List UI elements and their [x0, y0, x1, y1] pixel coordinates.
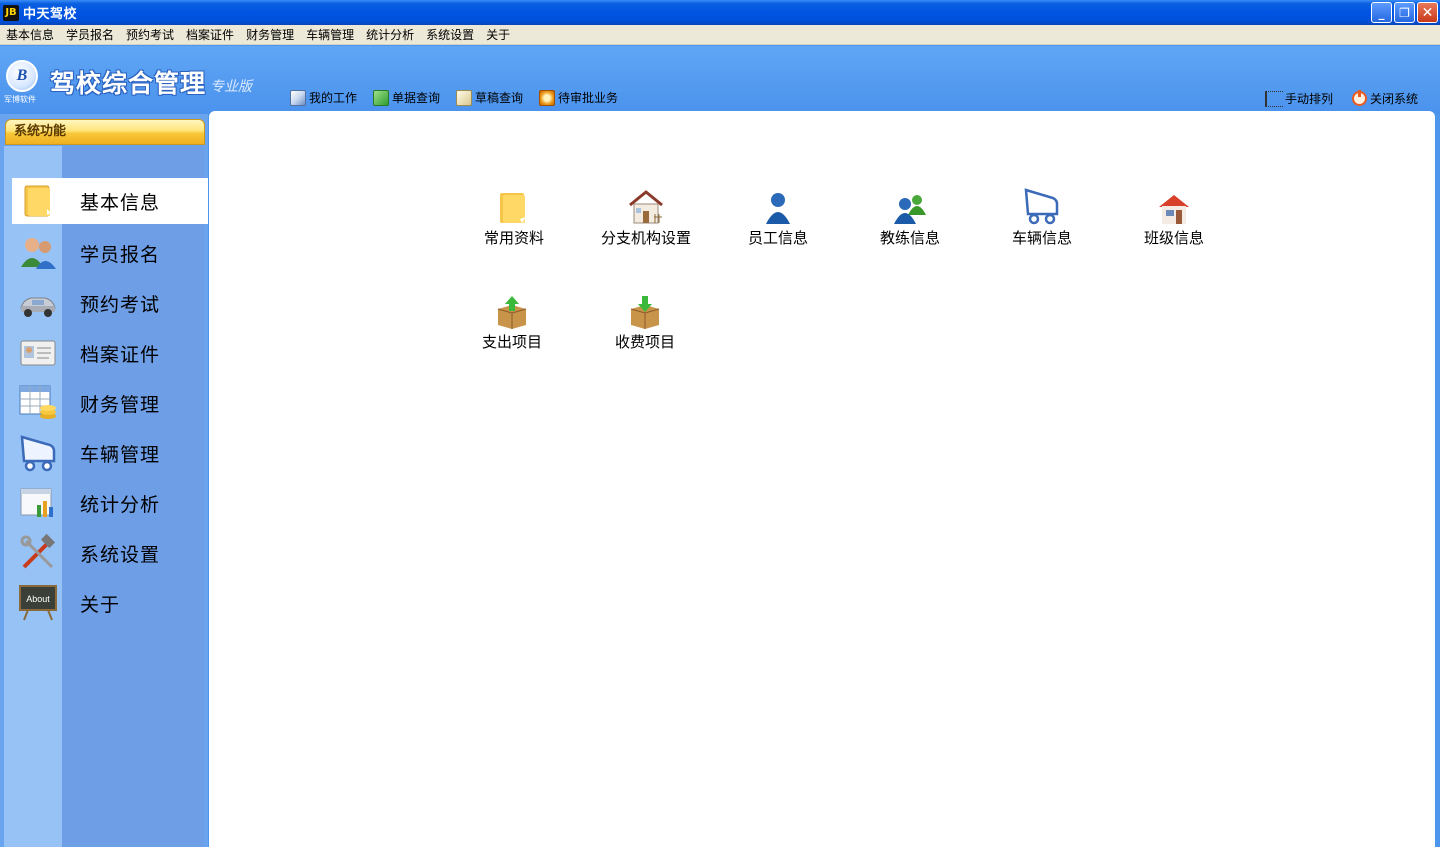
- doc-query-icon: [373, 90, 390, 106]
- sidebar-item-label: 学员报名: [80, 243, 161, 266]
- pending-approval-button[interactable]: 待审批业务: [539, 90, 618, 106]
- menu-basic-info[interactable]: 基本信息: [2, 25, 58, 45]
- doc-query-button[interactable]: 单据查询: [373, 90, 440, 106]
- content-panel: 常用资料 分支机构设置 员工信息 教练信息 车辆信息 班级信息 支出项目 收费项…: [209, 111, 1435, 847]
- item-staff-info[interactable]: 员工信息: [718, 185, 838, 248]
- house-icon: [626, 185, 666, 225]
- item-label: 班级信息: [1143, 229, 1204, 247]
- item-label: 支出项目: [481, 333, 542, 351]
- item-class-info[interactable]: 班级信息: [1114, 185, 1234, 248]
- item-common-data[interactable]: 常用资料: [454, 185, 574, 248]
- item-label: 分支机构设置: [600, 229, 691, 247]
- cart-icon: [1022, 185, 1062, 225]
- person-icon: [758, 185, 798, 225]
- item-label: 收费项目: [614, 333, 675, 351]
- my-work-label: 我的工作: [309, 91, 358, 105]
- item-label: 车辆信息: [1011, 229, 1072, 247]
- close-system-button[interactable]: 关闭系统: [1352, 90, 1418, 107]
- window-title: 中天驾校: [23, 7, 78, 22]
- sidebar-item-label: 基本信息: [80, 191, 161, 214]
- company-name: 军博软件: [4, 95, 36, 104]
- cart-icon: [18, 433, 58, 473]
- menu-vehicles[interactable]: 车辆管理: [302, 25, 358, 45]
- window-controls: _ ❐ ✕: [1371, 2, 1438, 23]
- sidebar: 系统功能 基本信息 学员报名 预约考试 档案证件 财务管理 车辆管理 统计分析 …: [0, 114, 208, 847]
- clock-icon: [539, 90, 556, 106]
- item-label: 员工信息: [747, 229, 808, 247]
- menu-student-enroll[interactable]: 学员报名: [62, 25, 118, 45]
- sidebar-item-settings[interactable]: 系统设置: [12, 528, 208, 578]
- about-board-icon: About: [18, 583, 58, 623]
- sidebar-item-label: 财务管理: [80, 393, 161, 416]
- sidebar-item-label: 预约考试: [80, 293, 161, 316]
- app-header: B 军博软件 驾校综合管理 专业版 我的工作 单据查询 草稿查询 待审批业务 手…: [0, 46, 1440, 114]
- draft-query-icon: [456, 90, 473, 106]
- sidebar-item-about[interactable]: About 关于: [12, 578, 208, 628]
- sidebar-item-label: 系统设置: [80, 543, 161, 566]
- building-icon: [1154, 185, 1194, 225]
- draft-query-button[interactable]: 草稿查询: [456, 90, 523, 106]
- folder-icon: [494, 185, 534, 225]
- pending-approval-label: 待审批业务: [558, 91, 619, 105]
- item-label: 常用资料: [483, 229, 544, 247]
- car-icon: [18, 283, 58, 323]
- doc-query-label: 单据查询: [392, 91, 441, 105]
- app-icon[interactable]: JB: [3, 4, 19, 21]
- sidebar-item-statistics[interactable]: 统计分析: [12, 478, 208, 528]
- sidebar-item-label: 关于: [80, 593, 121, 616]
- sidebar-item-label: 车辆管理: [80, 443, 161, 466]
- item-expense-items[interactable]: 支出项目: [452, 289, 572, 352]
- menu-about[interactable]: 关于: [482, 25, 514, 45]
- item-fee-items[interactable]: 收费项目: [585, 289, 705, 352]
- sidebar-item-finance[interactable]: 财务管理: [12, 378, 208, 428]
- box-up-icon: [492, 289, 532, 329]
- sidebar-item-vehicles[interactable]: 车辆管理: [12, 428, 208, 478]
- id-card-icon: [18, 333, 58, 373]
- people-icon: [890, 185, 930, 225]
- brand-title: 驾校综合管理: [50, 69, 207, 98]
- menu-archives[interactable]: 档案证件: [182, 25, 238, 45]
- my-work-icon: [290, 90, 306, 106]
- tools-icon: [18, 533, 58, 573]
- item-vehicle-info[interactable]: 车辆信息: [982, 185, 1102, 248]
- title-bar: JB 中天驾校 _ ❐ ✕: [0, 0, 1440, 25]
- close-system-label: 关闭系统: [1370, 92, 1419, 106]
- sidebar-item-basic-info[interactable]: 基本信息: [12, 178, 208, 224]
- restore-button[interactable]: ❐: [1394, 2, 1415, 23]
- menu-statistics[interactable]: 统计分析: [362, 25, 418, 45]
- quick-toolbar: 我的工作 单据查询 草稿查询 待审批业务: [290, 90, 634, 106]
- sidebar-item-label: 统计分析: [80, 493, 161, 516]
- sidebar-item-archives[interactable]: 档案证件: [12, 328, 208, 378]
- my-work-button[interactable]: 我的工作: [290, 90, 357, 106]
- users-icon: [18, 233, 58, 273]
- draft-query-label: 草稿查询: [475, 91, 524, 105]
- manual-arrange-button[interactable]: 手动排列: [1265, 90, 1333, 107]
- chart-icon: [18, 483, 58, 523]
- folder-icon: [18, 181, 58, 221]
- brand-logo-icon: B: [6, 60, 38, 92]
- menu-exam-booking[interactable]: 预约考试: [122, 25, 178, 45]
- sidebar-nav: 基本信息 学员报名 预约考试 档案证件 财务管理 车辆管理 统计分析 系统设置 …: [12, 178, 208, 628]
- sidebar-item-exam-booking[interactable]: 预约考试: [12, 278, 208, 328]
- about-board-text: About: [26, 594, 50, 604]
- item-coach-info[interactable]: 教练信息: [850, 185, 970, 248]
- menu-finance[interactable]: 财务管理: [242, 25, 298, 45]
- power-icon: [1352, 90, 1367, 106]
- spreadsheet-coins-icon: [18, 383, 58, 423]
- manual-arrange-label: 手动排列: [1285, 92, 1334, 106]
- sidebar-item-student-enroll[interactable]: 学员报名: [12, 228, 208, 278]
- minimize-button[interactable]: _: [1371, 2, 1392, 23]
- edition-label: 专业版: [210, 79, 252, 95]
- menu-settings[interactable]: 系统设置: [422, 25, 478, 45]
- menu-bar: 基本信息 学员报名 预约考试 档案证件 财务管理 车辆管理 统计分析 系统设置 …: [0, 25, 1440, 45]
- sidebar-title: 系统功能: [5, 119, 205, 145]
- sidebar-item-label: 档案证件: [80, 343, 161, 366]
- item-label: 教练信息: [879, 229, 940, 247]
- item-branch-setup[interactable]: 分支机构设置: [586, 185, 706, 248]
- arrange-icon: [1265, 90, 1283, 107]
- box-down-icon: [625, 289, 665, 329]
- close-button[interactable]: ✕: [1417, 2, 1438, 23]
